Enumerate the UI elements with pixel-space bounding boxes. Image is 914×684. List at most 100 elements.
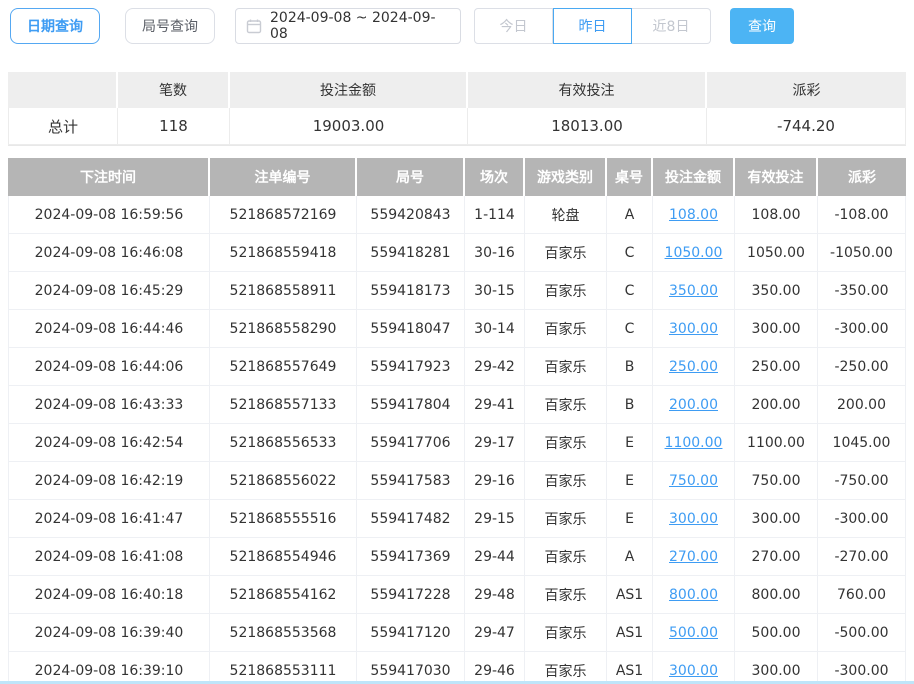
cell-bet_id: 521868557649 xyxy=(210,348,357,386)
bet-amount-link[interactable]: 800.00 xyxy=(669,587,718,603)
cell-table_no: E xyxy=(607,500,653,538)
bet-amount-link[interactable]: 200.00 xyxy=(669,397,718,413)
cell-bet_id: 521868554946 xyxy=(210,538,357,576)
cell-time: 2024-09-08 16:44:46 xyxy=(8,310,210,348)
bet-table-body: 2024-09-08 16:59:56521868572169559420843… xyxy=(8,196,906,684)
cell-round_id: 559418281 xyxy=(357,234,465,272)
cell-session: 1-114 xyxy=(465,196,525,234)
cell-table_no: B xyxy=(607,348,653,386)
cell-bet_amount: 300.00 xyxy=(653,310,735,348)
summary-total-payout: -744.20 xyxy=(707,108,906,145)
cell-game_type: 百家乐 xyxy=(525,652,607,684)
range-today-button[interactable]: 今日 xyxy=(474,8,553,44)
cell-round_id: 559417120 xyxy=(357,614,465,652)
cell-session: 30-16 xyxy=(465,234,525,272)
cell-payout: -300.00 xyxy=(818,652,906,684)
cell-table_no: A xyxy=(607,196,653,234)
bet-amount-link[interactable]: 350.00 xyxy=(669,283,718,299)
table-row: 2024-09-08 16:41:47521868555516559417482… xyxy=(8,500,906,538)
bet-amount-link[interactable]: 300.00 xyxy=(669,321,718,337)
cell-payout: -250.00 xyxy=(818,348,906,386)
cell-game_type: 百家乐 xyxy=(525,234,607,272)
cell-game_type: 百家乐 xyxy=(525,500,607,538)
cell-valid_bet: 270.00 xyxy=(735,538,818,576)
cell-round_id: 559418047 xyxy=(357,310,465,348)
range-last8days-button[interactable]: 近8日 xyxy=(632,8,711,44)
date-range-input[interactable]: 2024-09-08 ~ 2024-09-08 xyxy=(235,8,461,44)
cell-bet_amount: 1100.00 xyxy=(653,424,735,462)
table-row: 2024-09-08 16:59:56521868572169559420843… xyxy=(8,196,906,234)
table-row: 2024-09-08 16:41:08521868554946559417369… xyxy=(8,538,906,576)
cell-round_id: 559417228 xyxy=(357,576,465,614)
cell-game_type: 百家乐 xyxy=(525,462,607,500)
bet-amount-link[interactable]: 1100.00 xyxy=(665,435,723,451)
cell-table_no: AS1 xyxy=(607,652,653,684)
cell-round_id: 559417482 xyxy=(357,500,465,538)
summary-table: 笔数 投注金额 有效投注 派彩 总计 118 19003.00 18013.00… xyxy=(8,72,906,146)
column-header-bet_id: 注单编号 xyxy=(210,158,357,196)
column-header-bet_amount: 投注金额 xyxy=(653,158,735,196)
cell-bet_amount: 300.00 xyxy=(653,500,735,538)
cell-round_id: 559417369 xyxy=(357,538,465,576)
table-row: 2024-09-08 16:39:40521868553568559417120… xyxy=(8,614,906,652)
table-row: 2024-09-08 16:40:18521868554162559417228… xyxy=(8,576,906,614)
cell-bet_amount: 750.00 xyxy=(653,462,735,500)
bet-amount-link[interactable]: 250.00 xyxy=(669,359,718,375)
cell-bet_amount: 108.00 xyxy=(653,196,735,234)
round-query-tab[interactable]: 局号查询 xyxy=(125,8,215,44)
cell-table_no: A xyxy=(607,538,653,576)
column-header-valid_bet: 有效投注 xyxy=(735,158,818,196)
cell-game_type: 百家乐 xyxy=(525,576,607,614)
table-row: 2024-09-08 16:46:08521868559418559418281… xyxy=(8,234,906,272)
bet-amount-link[interactable]: 500.00 xyxy=(669,625,718,641)
quick-range-group: 今日 昨日 近8日 xyxy=(474,8,711,44)
summary-header-payout: 派彩 xyxy=(707,72,906,108)
cell-bet_id: 521868558911 xyxy=(210,272,357,310)
cell-session: 29-16 xyxy=(465,462,525,500)
cell-time: 2024-09-08 16:42:54 xyxy=(8,424,210,462)
cell-round_id: 559418173 xyxy=(357,272,465,310)
cell-time: 2024-09-08 16:44:06 xyxy=(8,348,210,386)
cell-round_id: 559417706 xyxy=(357,424,465,462)
summary-total-count: 118 xyxy=(118,108,230,145)
cell-game_type: 百家乐 xyxy=(525,614,607,652)
cell-valid_bet: 500.00 xyxy=(735,614,818,652)
cell-session: 29-41 xyxy=(465,386,525,424)
search-button[interactable]: 查询 xyxy=(730,8,794,44)
cell-bet_id: 521868556022 xyxy=(210,462,357,500)
cell-bet_id: 521868553568 xyxy=(210,614,357,652)
cell-time: 2024-09-08 16:39:10 xyxy=(8,652,210,684)
cell-round_id: 559417923 xyxy=(357,348,465,386)
table-row: 2024-09-08 16:44:46521868558290559418047… xyxy=(8,310,906,348)
cell-payout: -300.00 xyxy=(818,500,906,538)
bet-amount-link[interactable]: 300.00 xyxy=(669,663,718,679)
cell-round_id: 559420843 xyxy=(357,196,465,234)
bet-amount-link[interactable]: 1050.00 xyxy=(665,245,723,261)
cell-payout: -300.00 xyxy=(818,310,906,348)
cell-valid_bet: 800.00 xyxy=(735,576,818,614)
bet-history-table: 下注时间注单编号局号场次游戏类别桌号投注金额有效投注派彩 2024-09-08 … xyxy=(8,158,906,684)
bet-records-page: 日期查询 局号查询 2024-09-08 ~ 2024-09-08 今日 昨日 … xyxy=(0,0,914,684)
cell-bet_amount: 1050.00 xyxy=(653,234,735,272)
range-yesterday-button[interactable]: 昨日 xyxy=(553,8,632,44)
bet-amount-link[interactable]: 300.00 xyxy=(669,511,718,527)
cell-game_type: 百家乐 xyxy=(525,272,607,310)
cell-valid_bet: 300.00 xyxy=(735,652,818,684)
cell-bet_id: 521868572169 xyxy=(210,196,357,234)
bet-amount-link[interactable]: 750.00 xyxy=(669,473,718,489)
cell-session: 29-42 xyxy=(465,348,525,386)
cell-table_no: AS1 xyxy=(607,576,653,614)
summary-header-count: 笔数 xyxy=(118,72,230,108)
cell-game_type: 百家乐 xyxy=(525,310,607,348)
cell-payout: -500.00 xyxy=(818,614,906,652)
column-header-payout: 派彩 xyxy=(818,158,906,196)
date-query-tab[interactable]: 日期查询 xyxy=(10,8,100,44)
cell-bet_amount: 500.00 xyxy=(653,614,735,652)
bet-amount-link[interactable]: 108.00 xyxy=(669,207,718,223)
cell-session: 29-44 xyxy=(465,538,525,576)
column-header-game_type: 游戏类别 xyxy=(525,158,607,196)
cell-session: 29-15 xyxy=(465,500,525,538)
column-header-table_no: 桌号 xyxy=(607,158,653,196)
bet-amount-link[interactable]: 270.00 xyxy=(669,549,718,565)
cell-round_id: 559417804 xyxy=(357,386,465,424)
